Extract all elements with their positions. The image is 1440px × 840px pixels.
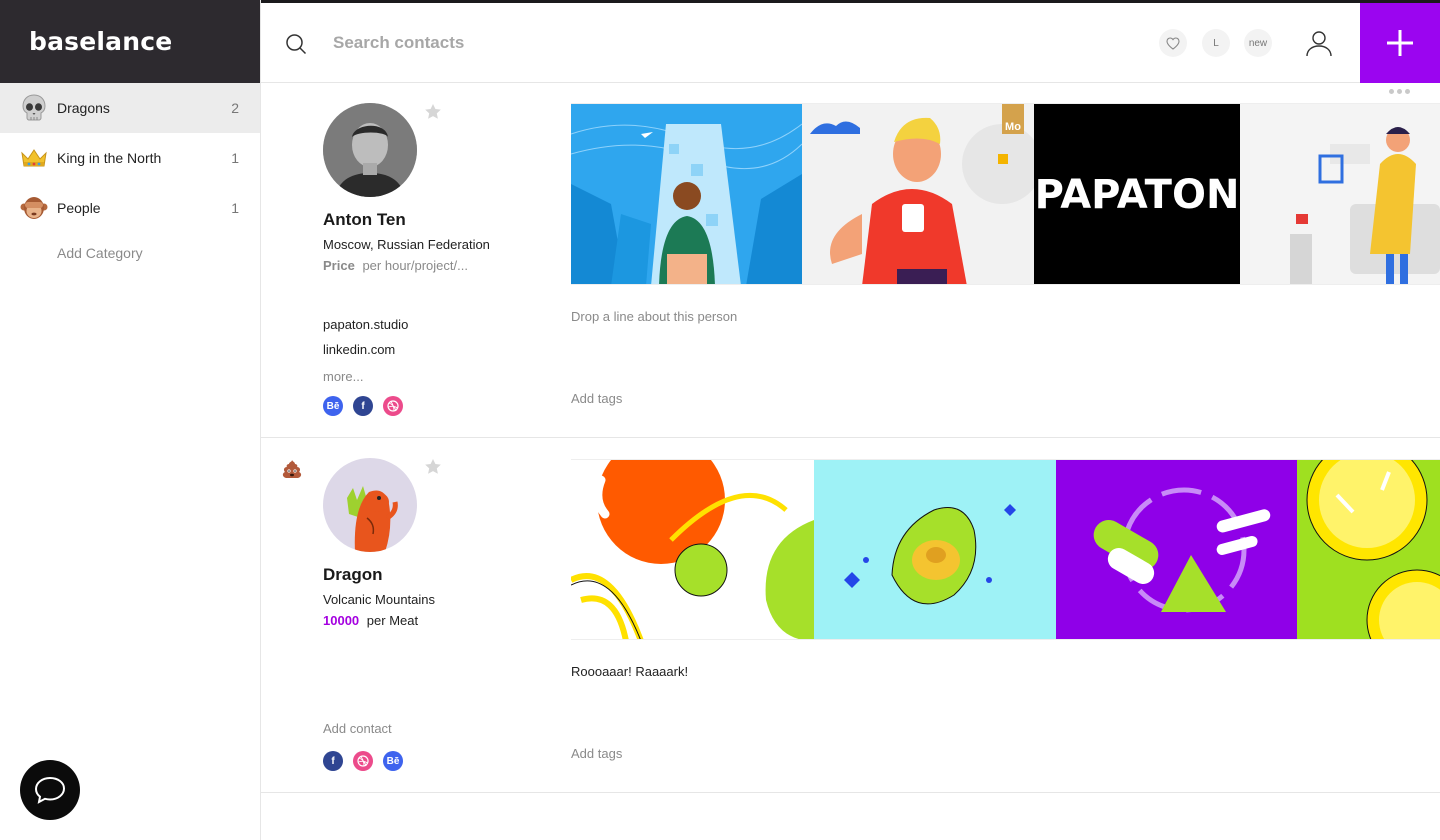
contact-price[interactable]: Price per hour/project/... — [323, 258, 468, 273]
chat-bubble-icon — [34, 776, 66, 804]
portfolio-gallery: Mo PAPATON — [571, 103, 1440, 285]
more-links-toggle[interactable]: more... — [323, 369, 363, 384]
portfolio-image[interactable] — [1056, 460, 1297, 639]
price-unit: Meat — [389, 613, 419, 628]
skull-icon — [19, 94, 48, 123]
portfolio-image[interactable] — [571, 460, 814, 639]
star-icon[interactable] — [424, 458, 442, 476]
sidebar-item-king-in-the-north[interactable]: King in the North 1 — [0, 133, 260, 183]
gallery-logo-text: PAPATON — [1034, 172, 1240, 218]
sidebar-item-label: Dragons — [57, 100, 110, 116]
add-contact-link[interactable]: Add contact — [323, 721, 392, 736]
filter-l[interactable]: L — [1202, 29, 1230, 57]
facebook-icon[interactable]: f — [323, 751, 343, 771]
facebook-icon[interactable]: f — [353, 396, 373, 416]
heart-icon — [1166, 36, 1180, 50]
portfolio-image[interactable]: Mo — [802, 104, 1034, 284]
monkey-icon — [19, 194, 48, 223]
contact-note[interactable]: Drop a line about this person — [571, 309, 737, 324]
search-icon[interactable] — [285, 33, 307, 55]
price-amount: 10000 — [323, 613, 360, 628]
avatar[interactable] — [323, 458, 417, 552]
sidebar-item-label: People — [57, 200, 101, 216]
contact-name[interactable]: Anton Ten — [323, 210, 406, 230]
contact-card: Anton Ten Moscow, Russian Federation Pri… — [261, 83, 1440, 438]
sidebar-item-count: 1 — [231, 200, 239, 216]
avatar[interactable] — [323, 103, 417, 197]
add-contact-button[interactable] — [1360, 3, 1440, 83]
dribbble-icon[interactable] — [383, 396, 403, 416]
more-options-icon[interactable] — [1389, 89, 1410, 94]
chat-button[interactable] — [20, 760, 80, 820]
contact-link[interactable]: linkedin.com — [323, 342, 395, 357]
brand-logo[interactable]: baselance — [0, 0, 260, 83]
dribbble-icon[interactable] — [353, 751, 373, 771]
social-links: f Bē — [323, 751, 403, 771]
contact-name[interactable]: Dragon — [323, 565, 383, 585]
contact-location: Moscow, Russian Federation — [323, 237, 490, 252]
sidebar-item-people[interactable]: People 1 — [0, 183, 260, 233]
portfolio-image[interactable] — [814, 460, 1056, 639]
contact-link[interactable]: papaton.studio — [323, 317, 408, 332]
user-icon[interactable] — [1305, 29, 1333, 57]
price-label: Price — [323, 258, 355, 273]
portfolio-image[interactable] — [571, 104, 802, 284]
crown-icon — [19, 144, 48, 173]
price-per: per — [366, 613, 386, 628]
contact-location: Volcanic Mountains — [323, 592, 436, 607]
price-unit: hour/project/... — [384, 258, 468, 273]
portfolio-image[interactable] — [1240, 104, 1440, 284]
price-per: per — [362, 258, 382, 273]
contact-note[interactable]: Roooaaar! Raaaark! — [571, 664, 688, 679]
social-links: Bē f — [323, 396, 403, 416]
behance-icon[interactable]: Bē — [323, 396, 343, 416]
sidebar-item-count: 2 — [231, 100, 239, 116]
portfolio-image[interactable] — [1297, 460, 1440, 639]
star-icon[interactable] — [424, 103, 442, 121]
poop-icon — [282, 460, 302, 478]
sidebar-item-dragons[interactable]: Dragons 2 — [0, 83, 260, 133]
search-input[interactable] — [333, 28, 933, 58]
add-tags[interactable]: Add tags — [571, 746, 622, 761]
contact-card: Dragon Volcanic Mountains 10000 per Meat… — [261, 438, 1440, 793]
behance-icon[interactable]: Bē — [383, 751, 403, 771]
portfolio-gallery — [571, 459, 1440, 640]
sidebar-item-label: King in the North — [57, 150, 162, 166]
gallery-badge: Mo — [1005, 121, 1021, 133]
sidebar-item-count: 1 — [231, 150, 239, 166]
sidebar: baselance Dragons 2 King in the North 1 — [0, 0, 261, 840]
add-category-link[interactable]: Add Category — [0, 245, 260, 261]
portfolio-image[interactable]: PAPATON — [1034, 104, 1240, 284]
contact-price[interactable]: 10000 per Meat — [323, 613, 418, 628]
top-bar: L new — [261, 3, 1440, 83]
add-tags[interactable]: Add tags — [571, 391, 622, 406]
filter-new[interactable]: new — [1244, 29, 1272, 57]
plus-icon — [1387, 30, 1413, 56]
favorites-filter[interactable] — [1159, 29, 1187, 57]
